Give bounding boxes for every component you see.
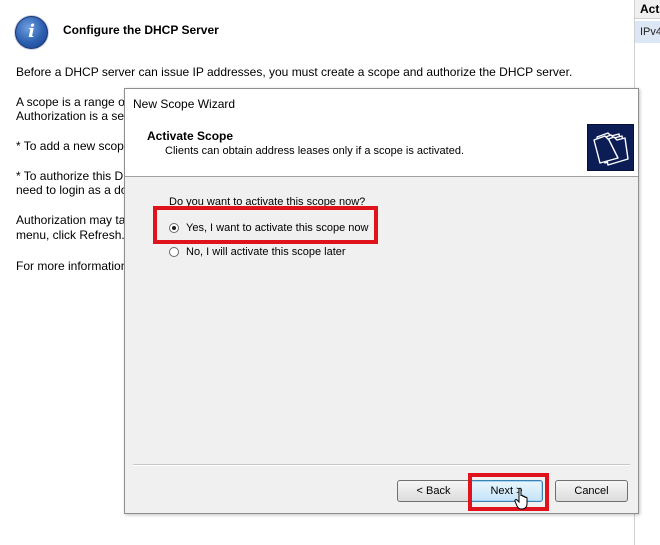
activate-later-option[interactable]: No, I will activate this scope later [169,246,346,258]
authorization-text: Authorization is a sec [16,109,131,123]
next-button[interactable]: Next > [470,480,543,502]
activate-later-label[interactable]: No, I will activate this scope later [186,246,346,258]
page-title: Configure the DHCP Server [63,23,219,37]
info-icon: i [15,16,48,49]
wizard-titlebar[interactable]: New Scope Wizard [125,89,638,116]
activate-now-option[interactable]: Yes, I want to activate this scope now [169,222,368,234]
step-subtitle: Clients can obtain address leases only i… [165,145,464,157]
intro-text: Before a DHCP server can issue IP addres… [16,65,573,79]
new-scope-wizard-dialog: New Scope Wizard Activate Scope Clients … [124,88,639,514]
scope-text: A scope is a range of [16,95,129,109]
activate-question: Do you want to activate this scope now? [169,196,366,208]
activate-now-label[interactable]: Yes, I want to activate this scope now [186,222,368,234]
login-text: need to login as a do [16,183,128,197]
mouse-pointer-icon [514,487,528,510]
button-separator [133,464,630,466]
cancel-button[interactable]: Cancel [555,480,628,502]
authorize-text: * To authorize this DI [16,169,127,183]
wizard-title: New Scope Wizard [133,97,236,111]
actions-header: Act [635,0,660,19]
back-button[interactable]: < Back [397,480,470,502]
more-info-text: For more information [16,259,128,273]
actions-row-ipv4[interactable]: IPv4 [635,21,660,43]
radio-activate-later[interactable] [169,247,179,257]
folder-stack-icon [587,124,634,171]
refresh-text: menu, click Refresh. [16,228,125,242]
add-scope-text: * To add a new scope [16,139,131,153]
step-title: Activate Scope [147,129,234,143]
wizard-body: Do you want to activate this scope now? … [125,177,638,464]
radio-activate-now[interactable] [169,223,179,233]
authorization-delay-text: Authorization may ta [16,213,126,227]
wizard-header: Activate Scope Clients can obtain addres… [125,116,638,177]
